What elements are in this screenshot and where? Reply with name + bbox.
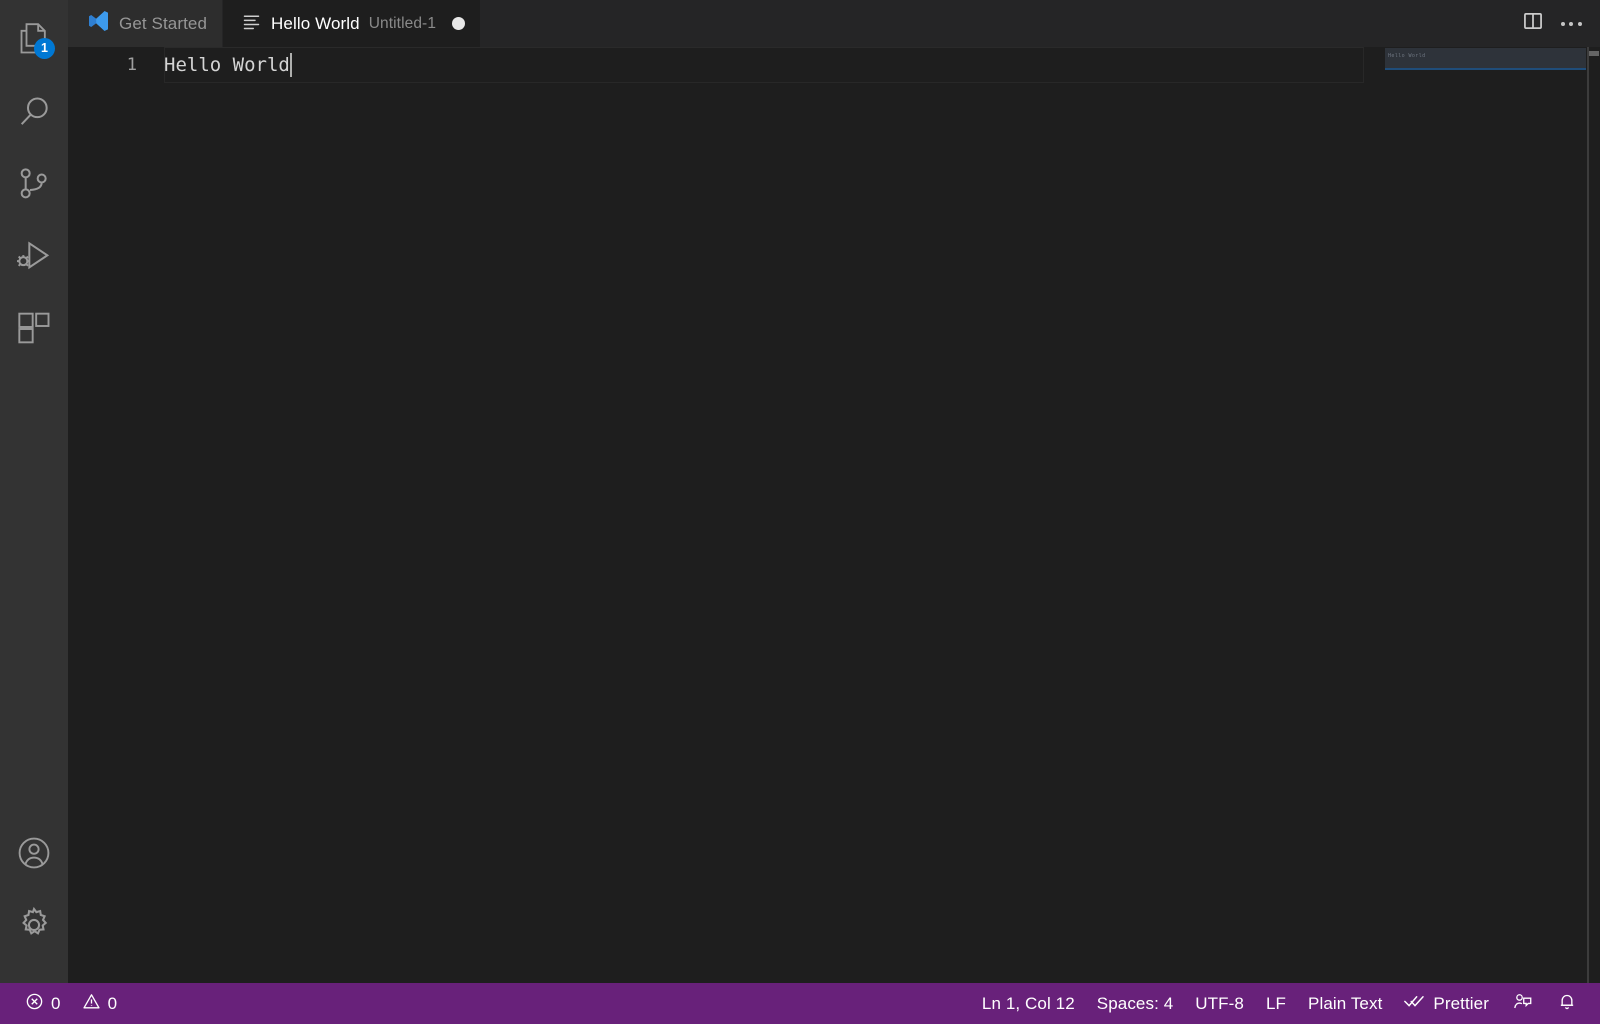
language-mode-label: Plain Text — [1308, 994, 1382, 1014]
status-notifications[interactable] — [1545, 983, 1589, 1024]
code-line-content: Hello World — [164, 54, 290, 76]
overview-ruler-mark — [1587, 51, 1599, 56]
sidebar-item-source-control[interactable] — [0, 148, 68, 220]
vscode-window: 1 — [0, 0, 1600, 1024]
tab-dirty-indicator[interactable] — [452, 17, 465, 30]
vscode-logo-icon — [86, 9, 110, 38]
text-cursor — [290, 53, 292, 77]
sidebar-item-explorer[interactable]: 1 — [0, 4, 68, 76]
editor-vertical-scrollbar[interactable] — [1586, 47, 1600, 983]
explorer-badge: 1 — [34, 38, 55, 59]
tab-label: Get Started — [119, 14, 207, 34]
editor-actions — [1512, 0, 1600, 47]
error-count: 0 — [51, 994, 61, 1014]
minimap-line-text: Hello World — [1388, 53, 1426, 59]
ellipsis-icon — [1561, 22, 1582, 26]
source-control-icon — [14, 164, 54, 204]
status-bar-left: 0 0 — [0, 983, 128, 1024]
eol-label: LF — [1266, 994, 1286, 1014]
status-encoding[interactable]: UTF-8 — [1184, 983, 1255, 1024]
plaintext-file-icon — [241, 11, 262, 37]
more-actions-button[interactable] — [1554, 7, 1588, 41]
split-editor-icon — [1522, 10, 1544, 37]
tab-bar-filler — [481, 0, 1512, 47]
encoding-label: UTF-8 — [1195, 994, 1244, 1014]
prettier-label: Prettier — [1433, 994, 1489, 1014]
cursor-position-label: Ln 1, Col 12 — [982, 994, 1075, 1014]
activity-bar-bottom-group — [0, 817, 68, 983]
account-icon — [15, 834, 53, 872]
error-icon — [25, 992, 44, 1016]
status-bar: 0 0 Ln 1, Col 12 Spaces: 4 — [0, 983, 1600, 1024]
split-editor-button[interactable] — [1516, 7, 1550, 41]
status-problems[interactable]: 0 0 — [14, 983, 128, 1024]
warning-icon — [82, 992, 101, 1016]
sidebar-item-run-and-debug[interactable] — [0, 220, 68, 292]
run-and-debug-icon — [14, 236, 54, 276]
sidebar-item-accounts[interactable] — [0, 817, 68, 889]
extensions-icon — [14, 308, 54, 348]
bell-icon — [1557, 991, 1577, 1017]
status-feedback[interactable] — [1500, 983, 1545, 1024]
status-bar-right: Ln 1, Col 12 Spaces: 4 UTF-8 LF Plain Te… — [971, 983, 1600, 1024]
warning-count: 0 — [108, 994, 118, 1014]
tab-untitled-1[interactable]: Hello World Untitled-1 — [223, 0, 481, 47]
activity-bar-top-group: 1 — [0, 0, 68, 364]
editor-line-1[interactable]: 1 Hello World — [68, 47, 1600, 83]
sidebar-item-search[interactable] — [0, 76, 68, 148]
indentation-label: Spaces: 4 — [1097, 994, 1174, 1014]
search-icon — [14, 92, 54, 132]
status-prettier[interactable]: Prettier — [1393, 983, 1500, 1024]
tab-label: Hello World — [271, 14, 360, 34]
tab-get-started[interactable]: Get Started — [68, 0, 223, 47]
sidebar-item-settings[interactable] — [0, 889, 68, 961]
status-eol[interactable]: LF — [1255, 983, 1297, 1024]
tab-description: Untitled-1 — [369, 15, 436, 33]
check-all-icon — [1404, 992, 1426, 1015]
line-number: 1 — [68, 55, 164, 75]
feedback-icon — [1512, 991, 1533, 1017]
status-cursor-position[interactable]: Ln 1, Col 12 — [971, 983, 1086, 1024]
minimap-slider[interactable] — [1385, 48, 1586, 70]
activity-bar: 1 — [0, 0, 68, 983]
minimap-current-line-marker — [1385, 68, 1586, 70]
minimap[interactable]: Hello World — [1385, 47, 1586, 983]
editor-text-area[interactable]: 1 Hello World Hello World — [68, 47, 1600, 983]
sidebar-item-extensions[interactable] — [0, 292, 68, 364]
editor-tab-bar: Get Started Hello World Untitled-1 — [68, 0, 1600, 47]
status-indentation[interactable]: Spaces: 4 — [1086, 983, 1185, 1024]
status-language-mode[interactable]: Plain Text — [1297, 983, 1393, 1024]
gear-icon — [15, 906, 53, 944]
